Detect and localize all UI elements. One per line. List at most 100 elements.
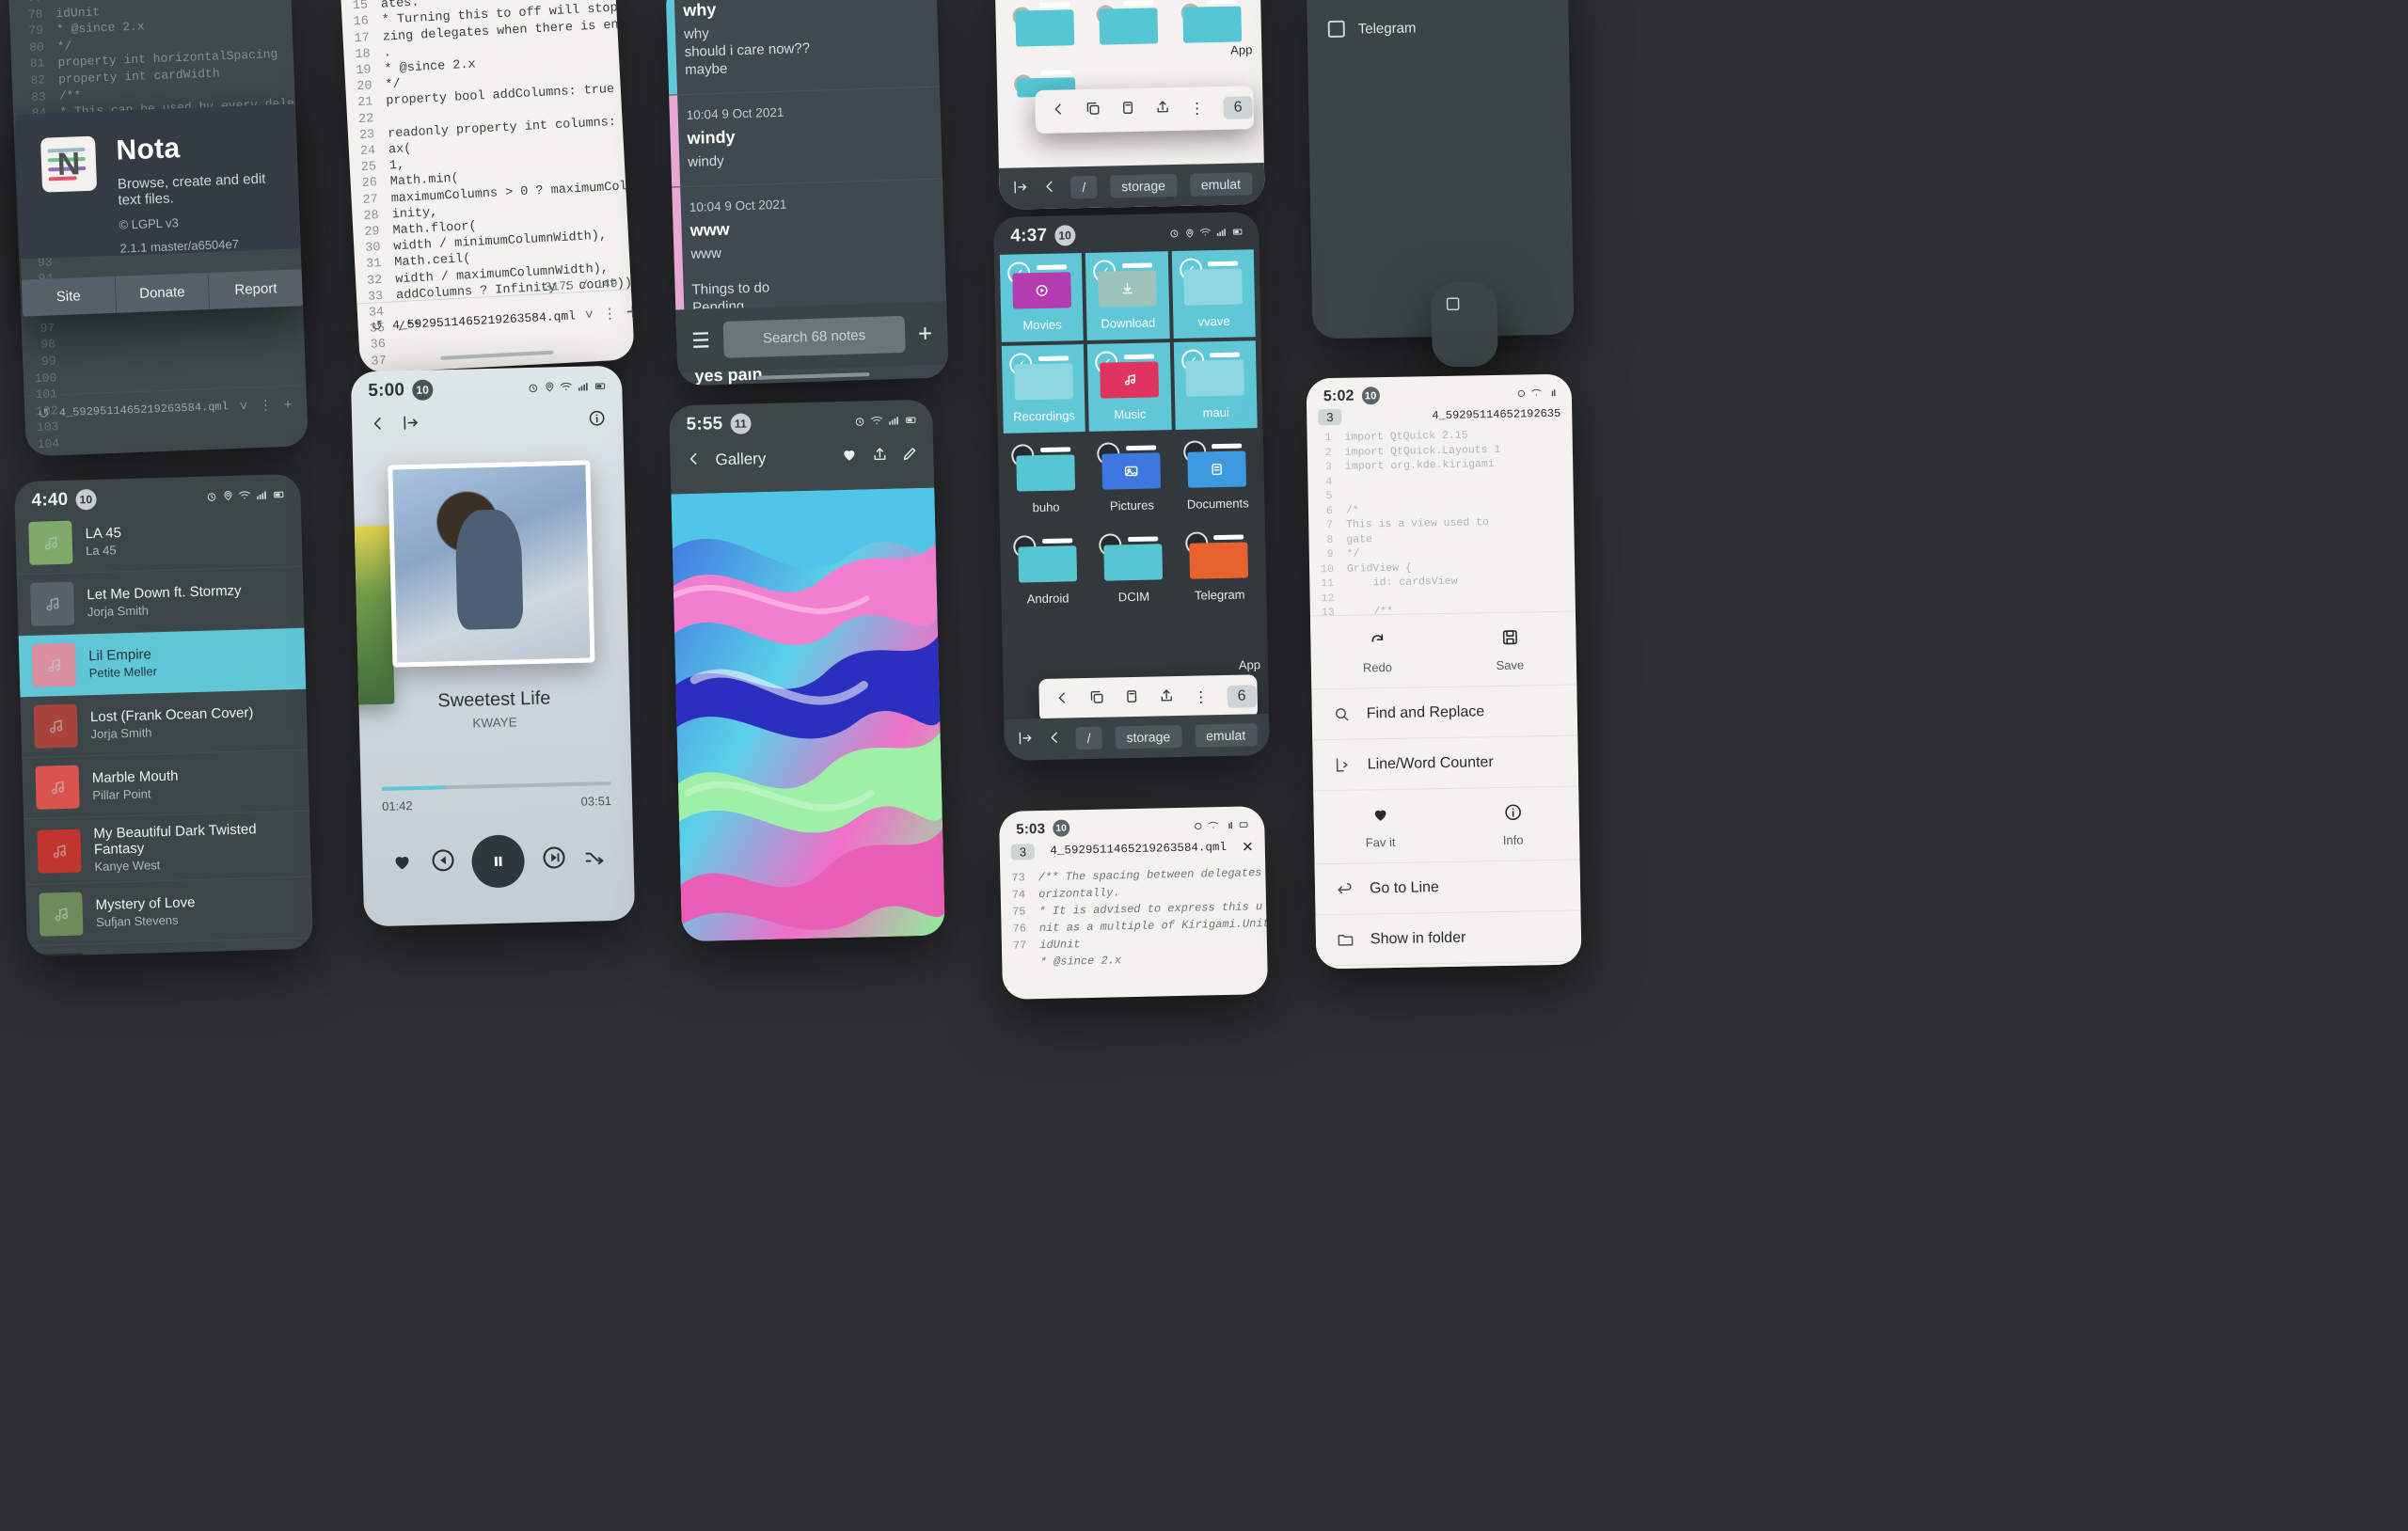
folder-tile[interactable]: Android — [1006, 527, 1089, 616]
track-row[interactable]: LA 45 La 45 — [14, 505, 303, 576]
chevron-down-icon[interactable]: ˅ — [585, 307, 594, 323]
donate-button[interactable]: Donate — [115, 273, 211, 313]
breadcrumb-emulated[interactable]: emulat — [1194, 723, 1258, 748]
track-row[interactable]: Mystery of Love Sufjan Stevens — [24, 876, 313, 947]
gallery-photo[interactable] — [671, 487, 945, 942]
fav-it-button[interactable]: Fav it — [1313, 789, 1447, 863]
breadcrumb-storage[interactable]: storage — [1109, 173, 1178, 198]
tab-number[interactable]: 3 — [1318, 408, 1342, 426]
site-button[interactable]: Site — [21, 276, 117, 317]
filename-label[interactable]: 4_5929511465219263584.qml — [59, 400, 229, 419]
line-word-counter-row[interactable]: Line/Word Counter — [1312, 735, 1579, 792]
paste-icon[interactable] — [1124, 688, 1140, 709]
note-item[interactable]: 10:04 9 Oct 2021 windy windy — [669, 87, 943, 188]
copy-icon[interactable] — [1085, 101, 1101, 121]
folder-tile[interactable]: ✓vvave — [1171, 249, 1256, 339]
notification-count: 10 — [411, 379, 434, 402]
filename-label[interactable]: 4_5929511465219263584.qml — [392, 308, 577, 332]
hamburger-menu-icon[interactable]: ☰ — [691, 328, 711, 354]
copy-icon[interactable] — [1089, 689, 1105, 710]
folder-tile[interactable]: buho — [1004, 435, 1087, 525]
info-icon[interactable] — [588, 409, 607, 432]
overflow-menu-icon[interactable]: ⋮ — [1194, 687, 1209, 706]
shuffle-icon[interactable] — [582, 845, 606, 874]
track-row[interactable]: Lil Empire Petite Meller — [18, 627, 307, 698]
folder-tile[interactable] — [1005, 0, 1085, 55]
breadcrumb-root[interactable]: / — [1075, 726, 1102, 750]
progress-bar[interactable] — [381, 781, 611, 791]
chevron-down-icon[interactable]: ˅ — [237, 398, 249, 414]
share-icon[interactable] — [1154, 99, 1170, 119]
back-icon[interactable] — [1046, 730, 1062, 749]
next-icon[interactable] — [541, 844, 567, 876]
show-in-folder-row[interactable]: Show in folder — [1315, 910, 1582, 967]
note-title: www — [689, 219, 730, 240]
folder-tile[interactable]: ✓maui — [1173, 340, 1258, 431]
previous-icon[interactable] — [430, 847, 456, 878]
folder-tile[interactable]: Pictures — [1089, 434, 1173, 523]
bookmark-item[interactable]: Telegram — [1307, 8, 1569, 48]
back-icon[interactable] — [1050, 101, 1066, 121]
breadcrumb-emulated[interactable]: emulat — [1189, 172, 1253, 197]
save-button[interactable]: Save — [1443, 612, 1576, 687]
overflow-menu-icon[interactable]: ⋮ — [1189, 99, 1204, 118]
folder-tile[interactable]: ✓Music — [1087, 342, 1172, 432]
go-to-line-row[interactable]: Go to Line — [1314, 860, 1581, 916]
back-icon[interactable] — [369, 415, 388, 437]
phone-menu-sheet: 5:02 10 3 4_59295114652192635 1 2 3 4 5 … — [1306, 373, 1582, 970]
share-icon[interactable] — [871, 445, 889, 466]
folder-tile[interactable]: Telegram — [1178, 523, 1261, 612]
add-note-icon[interactable]: + — [918, 319, 933, 348]
drawer-icon[interactable] — [1012, 179, 1028, 197]
album-art — [40, 953, 86, 957]
find-and-replace-row[interactable]: Find and Replace — [1311, 685, 1578, 741]
favorite-icon[interactable] — [840, 446, 859, 468]
edit-icon[interactable] — [901, 445, 919, 466]
track-row[interactable]: My Beautiful Dark Twisted Fantasy Kanye W… — [24, 811, 311, 886]
album-art[interactable] — [387, 460, 594, 668]
add-icon[interactable]: + — [282, 396, 294, 412]
folder-tile[interactable]: ✓Download — [1085, 251, 1170, 340]
share-icon[interactable] — [1158, 687, 1174, 708]
folder-tile[interactable] — [1088, 0, 1168, 53]
folder-tile[interactable]: ✓Movies — [999, 253, 1085, 342]
checkbox[interactable] — [1327, 20, 1345, 39]
pause-button[interactable] — [470, 834, 526, 889]
notes-bottom-bar: ☰ Search 68 notes + — [675, 301, 949, 373]
back-icon[interactable] — [685, 450, 703, 471]
track-row[interactable]: Let Me Down ft. Stormzy Jorja Smith — [16, 566, 305, 637]
drawer-icon[interactable] — [1017, 730, 1033, 749]
favorite-icon[interactable] — [390, 850, 414, 878]
menu-label: Show in folder — [1370, 929, 1466, 947]
back-icon[interactable] — [1041, 179, 1057, 197]
clock: 5:00 — [368, 380, 405, 402]
expand-icon[interactable] — [402, 414, 420, 436]
undo-icon[interactable]: ↺ — [38, 405, 50, 422]
filename-label[interactable]: 4_5929511465219263584.qml — [1044, 841, 1232, 858]
undo-icon[interactable]: ↺ — [371, 317, 383, 335]
folder-tile[interactable]: ✓Recordings — [1001, 344, 1086, 434]
adjacent-album-art[interactable] — [350, 525, 395, 706]
paste-icon[interactable] — [1119, 100, 1135, 120]
back-icon[interactable] — [1054, 689, 1070, 710]
notification-count: 10 — [1361, 387, 1380, 405]
menu-sheet: Redo Save Find and Replace Line/Word Cou… — [1309, 610, 1582, 970]
info-button[interactable]: Info — [1446, 787, 1579, 861]
report-button[interactable]: Report — [208, 269, 304, 309]
search-input[interactable]: Search 68 notes — [722, 315, 906, 358]
overflow-menu-icon[interactable]: ⋮ — [259, 396, 274, 414]
track-row[interactable]: Marble Mouth Pillar Point — [22, 750, 309, 820]
folder-tile[interactable]: DCIM — [1091, 525, 1175, 614]
redo-button[interactable]: Redo — [1310, 614, 1444, 688]
note-item[interactable]: why why should i care now?? maybe — [665, 0, 940, 96]
folder-tile[interactable]: Documents — [1175, 432, 1259, 521]
close-icon[interactable]: ✕ — [1242, 838, 1254, 855]
note-accent — [669, 95, 681, 187]
breadcrumb-storage[interactable]: storage — [1115, 724, 1182, 750]
filename-label[interactable]: 4_59295114652192635 — [1351, 406, 1560, 423]
breadcrumb-root[interactable]: / — [1070, 175, 1098, 199]
add-icon[interactable]: + — [626, 299, 635, 326]
track-row[interactable]: Lost (Frank Ocean Cover) Jorja Smith — [20, 688, 309, 759]
overflow-menu-icon[interactable]: ⋮ — [602, 305, 617, 323]
tab-number[interactable]: 3 — [1010, 843, 1036, 860]
